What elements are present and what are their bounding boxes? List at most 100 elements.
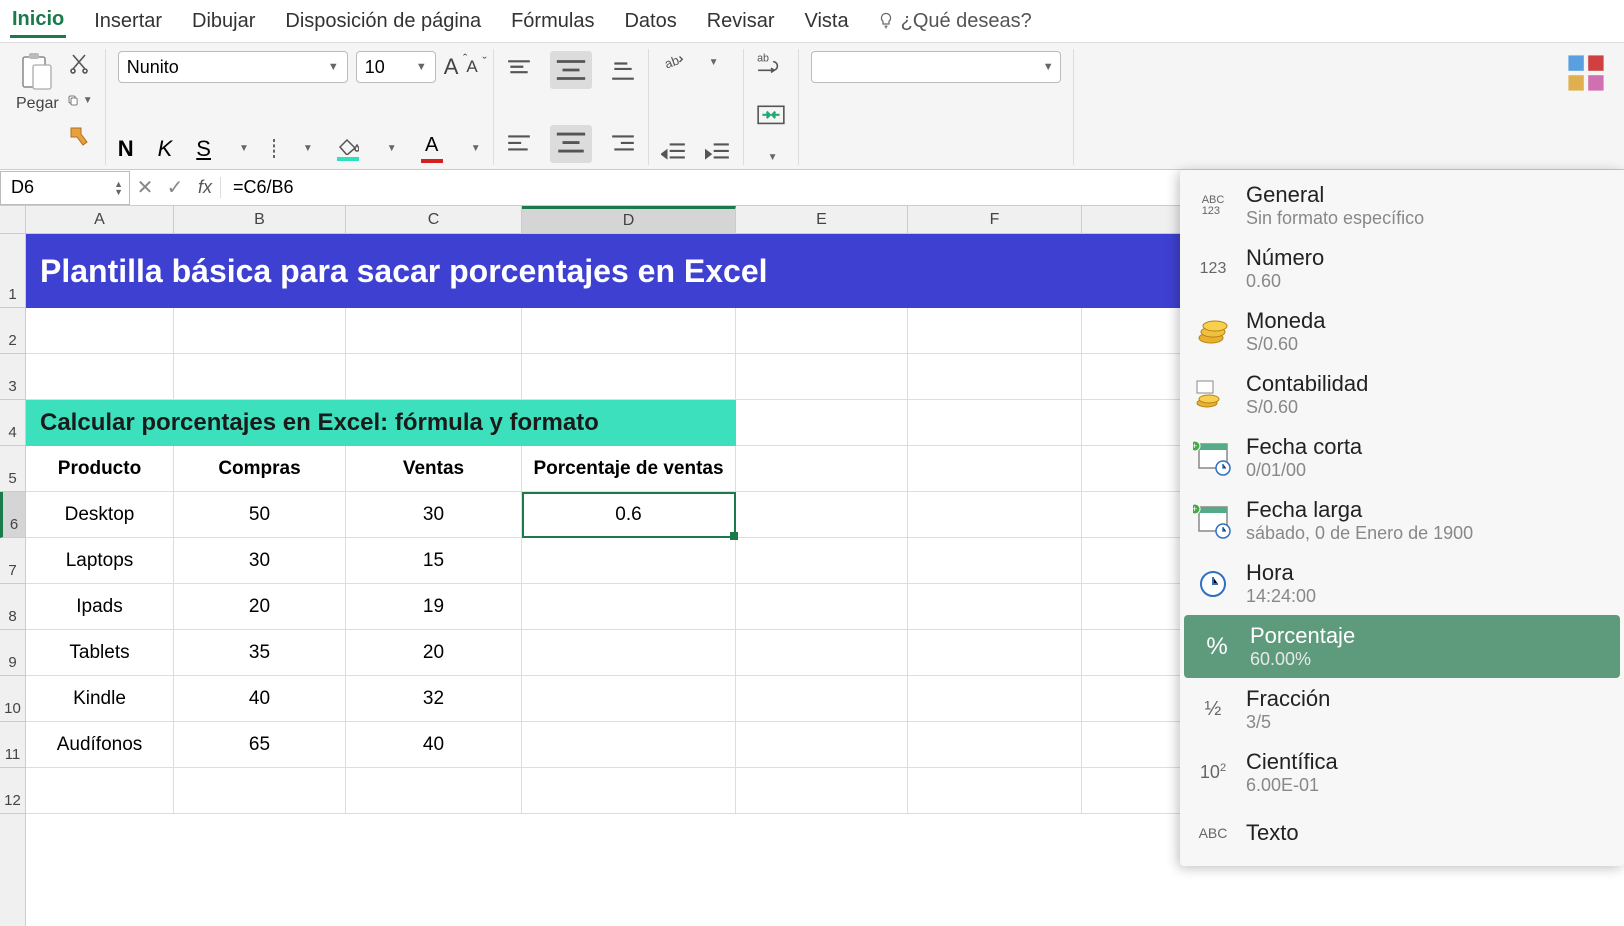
conditional-format-icon[interactable] [1564,51,1608,95]
menu-dibujar[interactable]: Dibujar [190,6,257,37]
align-middle-button[interactable] [550,51,592,89]
copy-button[interactable]: ▼ [67,87,93,113]
chevron-down-icon[interactable]: ▼ [303,143,313,154]
col-header-a[interactable]: A [26,206,174,233]
cell-b9[interactable]: 35 [174,630,346,675]
menu-insertar[interactable]: Insertar [92,6,164,37]
font-color-button[interactable]: A [421,134,443,163]
format-option-fecha-larga[interactable]: +Fecha largasábado, 0 de Enero de 1900 [1180,489,1624,552]
row-header-12[interactable]: 12 [0,768,25,814]
menu-vista[interactable]: Vista [803,6,851,37]
tell-me[interactable]: ¿Qué deseas? [877,10,1032,33]
align-left-button[interactable] [506,133,532,155]
paste-button[interactable]: Pegar [16,51,59,113]
cut-button[interactable] [67,51,93,77]
cell-b6[interactable]: 50 [174,492,346,537]
cell-a9[interactable]: Tablets [26,630,174,675]
bold-button[interactable]: N [118,136,134,162]
cell-b8[interactable]: 20 [174,584,346,629]
cell-a11[interactable]: Audífonos [26,722,174,767]
fill-color-button[interactable] [337,137,359,161]
col-header-d[interactable]: D [522,206,736,233]
menu-inicio[interactable]: Inicio [10,4,66,38]
name-box[interactable]: D6 ▲▼ [0,171,130,205]
cell-b7[interactable]: 30 [174,538,346,583]
row-header-5[interactable]: 5 [0,446,25,492]
cell-d11[interactable] [522,722,736,767]
cell-a10[interactable]: Kindle [26,676,174,721]
decrease-font-button[interactable]: A [466,57,477,77]
font-size-select[interactable]: 10 ▼ [356,51,436,83]
row-header-8[interactable]: 8 [0,584,25,630]
col-header-e[interactable]: E [736,206,908,233]
format-option-fecha-corta[interactable]: +Fecha corta0/01/00 [1180,426,1624,489]
cell-c10[interactable]: 32 [346,676,522,721]
select-all-corner[interactable] [0,206,25,234]
cell-d8[interactable] [522,584,736,629]
chevron-down-icon[interactable]: ▼ [471,143,481,154]
format-option-fracción[interactable]: ½Fracción3/5 [1180,678,1624,741]
format-option-texto[interactable]: ABCTexto [1180,804,1624,862]
cell-d10[interactable] [522,676,736,721]
chevron-down-icon[interactable]: ▼ [239,143,249,154]
subtitle-banner[interactable]: Calcular porcentajes en Excel: fórmula y… [26,400,736,446]
cell-c9[interactable]: 20 [346,630,522,675]
cell-a8[interactable]: Ipads [26,584,174,629]
cell-d7[interactable] [522,538,736,583]
fx-button[interactable]: fx [190,177,221,198]
format-option-científica[interactable]: 102Científica6.00E-01 [1180,741,1624,804]
format-painter-button[interactable] [67,123,93,149]
number-format-select[interactable]: ▼ [811,51,1061,83]
cell-c11[interactable]: 40 [346,722,522,767]
align-center-button[interactable] [550,125,592,163]
format-option-moneda[interactable]: MonedaS/0.60 [1180,300,1624,363]
format-option-número[interactable]: 123Número0.60 [1180,237,1624,300]
col-header-c[interactable]: C [346,206,522,233]
row-header-11[interactable]: 11 [0,722,25,768]
increase-indent-button[interactable] [705,141,731,163]
cell-c6[interactable]: 30 [346,492,522,537]
cancel-formula-button[interactable]: ✕ [130,175,160,200]
row-header-10[interactable]: 10 [0,676,25,722]
menu-formulas[interactable]: Fórmulas [509,6,596,37]
cell-d6[interactable]: 0.6 [522,492,736,537]
chevron-down-icon[interactable]: ▼ [387,143,397,154]
header-producto[interactable]: Producto [26,446,174,491]
underline-button[interactable]: S [196,136,211,162]
format-option-contabilidad[interactable]: ContabilidadS/0.60 [1180,363,1624,426]
increase-font-button[interactable]: A [444,54,459,80]
menu-datos[interactable]: Datos [622,6,678,37]
border-button[interactable] [273,140,275,158]
merge-cells-button[interactable] [756,102,786,128]
accept-formula-button[interactable]: ✓ [160,175,190,200]
row-header-7[interactable]: 7 [0,538,25,584]
name-box-stepper[interactable]: ▲▼ [114,180,123,196]
header-compras[interactable]: Compras [174,446,346,491]
row-header-6[interactable]: 6 [0,492,25,538]
cell-c7[interactable]: 15 [346,538,522,583]
format-option-general[interactable]: ABC123GeneralSin formato específico [1180,174,1624,237]
row-header-9[interactable]: 9 [0,630,25,676]
cell-d9[interactable] [522,630,736,675]
italic-button[interactable]: K [158,136,173,162]
cell-b10[interactable]: 40 [174,676,346,721]
chevron-down-icon[interactable]: ▼ [709,57,719,68]
align-bottom-button[interactable] [610,59,636,81]
cell-c8[interactable]: 19 [346,584,522,629]
cell-a6[interactable]: Desktop [26,492,174,537]
menu-disposicion[interactable]: Disposición de página [283,6,483,37]
wrap-text-button[interactable]: ab [756,51,786,77]
format-option-hora[interactable]: Hora14:24:00 [1180,552,1624,615]
menu-revisar[interactable]: Revisar [705,6,777,37]
align-right-button[interactable] [610,133,636,155]
cell-b11[interactable]: 65 [174,722,346,767]
cell-a7[interactable]: Laptops [26,538,174,583]
col-header-b[interactable]: B [174,206,346,233]
format-option-porcentaje[interactable]: %Porcentaje60.00% [1184,615,1620,678]
chevron-down-icon[interactable]: ▼ [768,152,778,163]
header-porcentaje[interactable]: Porcentaje de ventas [522,446,736,491]
font-name-select[interactable]: Nunito ▼ [118,51,348,83]
row-header-3[interactable]: 3 [0,354,25,400]
row-header-2[interactable]: 2 [0,308,25,354]
decrease-indent-button[interactable] [661,141,687,163]
